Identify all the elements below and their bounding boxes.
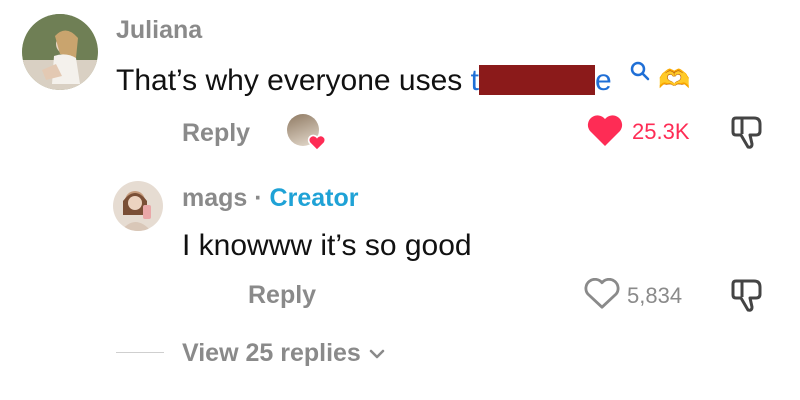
search-link-end[interactable]: e bbox=[595, 64, 612, 97]
person-photo-icon bbox=[113, 181, 163, 231]
reply-author-line: mags · Creator bbox=[182, 184, 358, 213]
reply-button[interactable]: Reply bbox=[248, 281, 316, 310]
like-heart-icon[interactable] bbox=[586, 114, 624, 148]
avatar-juliana[interactable] bbox=[22, 14, 98, 90]
comment-text: That’s why everyone uses t e bbox=[116, 64, 612, 98]
chevron-down-icon bbox=[369, 350, 385, 359]
dislike-icon[interactable] bbox=[730, 114, 764, 150]
creator-liked-badge bbox=[287, 114, 331, 154]
search-icon[interactable] bbox=[629, 60, 651, 82]
comment-author[interactable]: mags bbox=[182, 184, 247, 212]
person-photo-icon bbox=[22, 14, 98, 90]
redaction-bar bbox=[478, 65, 595, 95]
like-count: 5,834 bbox=[627, 283, 683, 308]
search-link-start[interactable]: t bbox=[471, 64, 479, 97]
view-replies-label: View 25 replies bbox=[182, 339, 361, 367]
dislike-icon[interactable] bbox=[730, 277, 764, 313]
avatar-mags[interactable] bbox=[113, 181, 163, 231]
author-separator: · bbox=[247, 184, 270, 212]
like-heart-icon[interactable] bbox=[584, 278, 620, 310]
creator-badge: Creator bbox=[269, 184, 359, 212]
comment-author[interactable]: Juliana bbox=[116, 16, 202, 45]
like-count: 25.3K bbox=[632, 119, 690, 144]
heart-hands-emoji: 🫶 bbox=[658, 64, 691, 94]
view-replies-button[interactable]: View 25 replies bbox=[182, 339, 386, 368]
comment-text: I knowww it’s so good bbox=[182, 229, 472, 262]
comment-text-content: That’s why everyone uses bbox=[116, 64, 471, 97]
reply-button[interactable]: Reply bbox=[182, 119, 250, 148]
heart-icon bbox=[307, 134, 327, 152]
replies-divider bbox=[116, 352, 164, 353]
